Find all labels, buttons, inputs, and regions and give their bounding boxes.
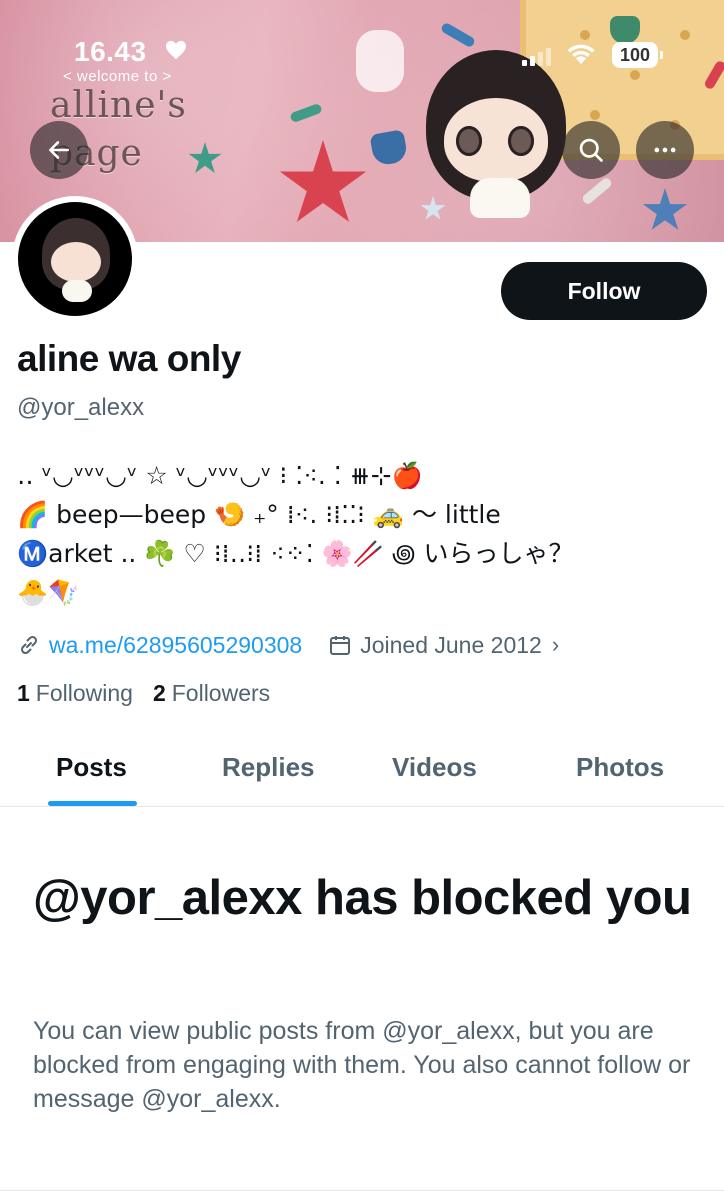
divider xyxy=(0,1190,724,1191)
link-icon xyxy=(20,635,38,655)
signal-icon xyxy=(522,46,552,66)
profile-bio: ‥ ᵛ◡ᵛᵛᵛ◡ᵛ ☆ ᵛ◡ᵛᵛᵛ◡ᵛ ⁝ ⁚⁖. ⁚ ⧻⊹🍎 🌈 beep—b… xyxy=(17,456,707,612)
handle: @yor_alexx xyxy=(17,394,145,421)
tab-replies[interactable]: Replies xyxy=(222,752,315,783)
bio-line: 🐣🪁 xyxy=(17,578,80,607)
search-icon xyxy=(579,138,603,162)
chevron-right-icon[interactable]: › xyxy=(552,632,559,658)
status-time: 16.43 xyxy=(74,36,147,67)
following-stat[interactable]: 1 Following xyxy=(17,680,133,707)
profile-link[interactable]: wa.me/62895605290308 xyxy=(49,632,302,659)
follow-button[interactable]: Follow xyxy=(501,262,707,320)
banner-character-body xyxy=(470,178,530,218)
bio-line: 🌈 beep—beep 🍤 ₊° ⁞⁖. ⁝⁞⁚⁚⁝ 🚕 〜 little xyxy=(17,500,501,529)
followers-stat[interactable]: 2 Followers xyxy=(153,680,270,707)
joined-date[interactable]: Joined June 2012 xyxy=(360,632,542,659)
avatar[interactable] xyxy=(12,196,138,322)
profile-tabs: Posts Replies Videos Photos xyxy=(0,730,724,807)
display-name: aline wa only xyxy=(17,338,241,379)
tab-photos[interactable]: Photos xyxy=(576,752,664,783)
tab-videos[interactable]: Videos xyxy=(392,752,477,783)
avatar-character-face xyxy=(51,242,101,282)
avatar-character-body xyxy=(62,280,92,302)
heart-icon xyxy=(166,40,186,60)
banner-gummy-bear xyxy=(356,30,404,92)
blocked-title: @yor_alexx has blocked you xyxy=(33,871,692,925)
more-options-button[interactable] xyxy=(636,121,694,179)
blocked-message: You can view public posts from @yor_alex… xyxy=(33,1017,691,1113)
banner-character-eye xyxy=(508,126,534,156)
more-icon xyxy=(654,147,676,153)
back-button[interactable] xyxy=(30,121,88,179)
bio-line: ‥ ᵛ◡ᵛᵛᵛ◡ᵛ ☆ ᵛ◡ᵛᵛᵛ◡ᵛ ⁝ ⁚⁖. ⁚ ⧻⊹🍎 xyxy=(17,461,423,490)
wifi-icon xyxy=(567,44,595,64)
tab-posts[interactable]: Posts xyxy=(56,752,127,783)
bio-line: Ⓜ️arket .. ☘️ ♡ ⁝⁞‥⁝⁞ ⁖⁘⁚ 🌸🥢 ꩜ いらっしゃ？ xyxy=(17,539,574,568)
following-count: 1 xyxy=(17,680,30,706)
avatar-image xyxy=(18,202,132,316)
banner-character-eye xyxy=(456,126,482,156)
calendar-icon xyxy=(330,636,351,655)
search-button[interactable] xyxy=(562,121,620,179)
active-tab-indicator xyxy=(48,801,137,806)
followers-count: 2 xyxy=(152,680,166,706)
profile-meta: wa.me/62895605290308 Joined June 2012 › xyxy=(17,628,559,662)
battery-indicator: 100 xyxy=(612,42,663,68)
follow-stats: 1 Following 2 Followers xyxy=(17,680,290,707)
followers-label: Followers xyxy=(171,680,271,706)
following-label: Following xyxy=(35,680,133,706)
back-arrow-icon xyxy=(49,141,69,159)
